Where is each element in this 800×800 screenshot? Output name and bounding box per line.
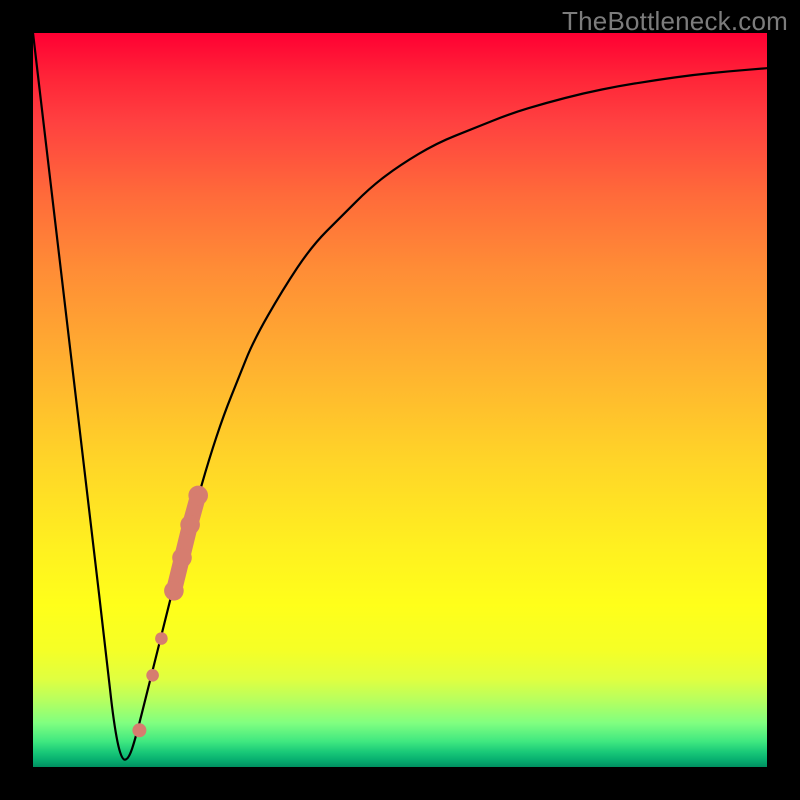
bottleneck-curve bbox=[33, 33, 767, 760]
chart-frame: TheBottleneck.com bbox=[0, 0, 800, 800]
marker-dot bbox=[188, 486, 208, 506]
marker-dot bbox=[164, 581, 184, 601]
marker-dot bbox=[146, 669, 159, 682]
marker-group bbox=[132, 486, 208, 738]
watermark-text: TheBottleneck.com bbox=[562, 6, 788, 37]
marker-dot bbox=[172, 548, 192, 568]
marker-segment bbox=[174, 495, 198, 590]
plot-area bbox=[33, 33, 767, 767]
marker-dot bbox=[155, 632, 168, 645]
marker-dot bbox=[180, 515, 200, 535]
curve-svg bbox=[33, 33, 767, 767]
marker-dot bbox=[132, 723, 146, 737]
